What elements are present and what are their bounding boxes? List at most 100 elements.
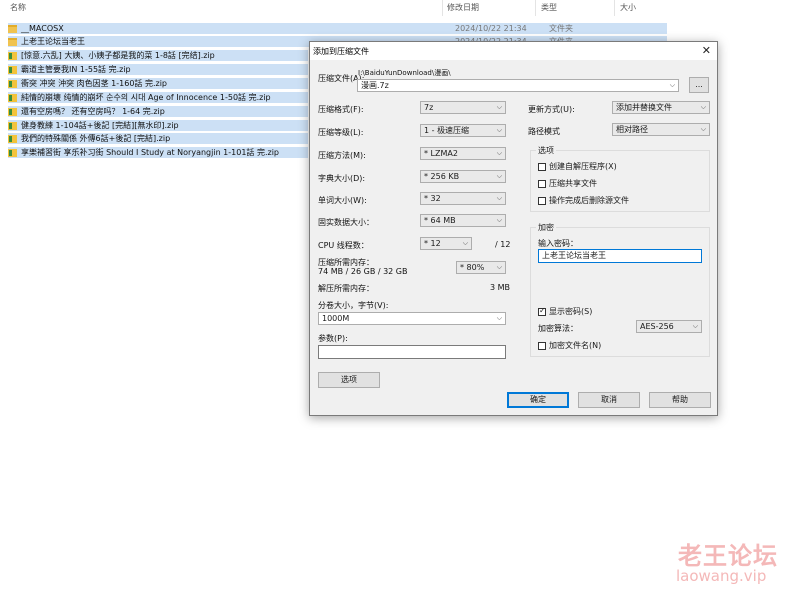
archive-name-value: 漫画.7z xyxy=(361,81,389,90)
cpu-select[interactable]: * 12 ⌵ xyxy=(420,237,472,250)
level-label: 压缩等级(L): xyxy=(318,128,364,137)
path-mode-label: 路径模式 xyxy=(528,127,560,136)
enc-method-value: AES-256 xyxy=(640,322,674,331)
file-row[interactable]: 霸道主管要我IN 1-55話 完.zip xyxy=(8,64,308,75)
cpu-value: * 12 xyxy=(424,239,441,248)
file-name: 我們的特殊關係 外傳6話+後記 [完結].zip xyxy=(21,134,171,143)
chevron-down-icon: ⌵ xyxy=(496,103,502,111)
encrypt-names-checkbox[interactable]: 加密文件名(N) xyxy=(538,340,601,351)
column-separator[interactable] xyxy=(614,0,615,16)
path-mode-value: 相对路径 xyxy=(616,125,648,134)
delete-after-checkbox[interactable]: 操作完成后删除源文件 xyxy=(538,195,629,206)
file-name: 霸道主管要我IN 1-55話 完.zip xyxy=(21,65,131,74)
word-label: 单词大小(W): xyxy=(318,196,367,205)
solid-select[interactable]: * 64 MB ⌵ xyxy=(420,214,506,227)
file-name: 還有空房嗎？ 还有空房吗？ 1-64 完.zip xyxy=(21,107,165,116)
chevron-down-icon[interactable]: ⌵ xyxy=(670,80,675,91)
chevron-down-icon: ⌵ xyxy=(496,314,502,322)
solid-value: * 64 MB xyxy=(424,216,456,225)
column-header-modified[interactable]: 修改日期 xyxy=(447,0,479,16)
word-select[interactable]: * 32 ⌵ xyxy=(420,192,506,205)
column-separator[interactable] xyxy=(535,0,536,16)
zip-archive-icon xyxy=(8,121,17,130)
file-row[interactable]: 純情的崩壊 纯情的崩坏 순수의 시대 Age of Innocence 1-50… xyxy=(8,92,308,103)
file-name: 健身教練 1-104話+後記 [完結][無水印].zip xyxy=(21,121,179,130)
close-icon[interactable]: ✕ xyxy=(702,44,711,57)
file-row[interactable]: 享樂補習街 享乐补习街 Should I Study at Noryangjin… xyxy=(8,147,308,158)
params-label: 参数(P): xyxy=(318,334,348,343)
chevron-down-icon: ⌵ xyxy=(496,172,502,180)
column-header-type[interactable]: 类型 xyxy=(541,0,557,16)
update-select[interactable]: 添加并替换文件 ⌵ xyxy=(612,101,710,114)
dict-value: * 256 KB xyxy=(424,172,460,181)
chevron-down-icon: ⌵ xyxy=(496,149,502,157)
file-name: [惊意.六乱] 大姨、小姨子都是我的菜 1-8話 [完结].zip xyxy=(21,51,215,60)
file-date: 2024/10/22 21:34 xyxy=(455,24,527,33)
checkbox-box[interactable] xyxy=(538,162,546,171)
show-password-label: 显示密码(S) xyxy=(549,307,593,316)
column-separator[interactable] xyxy=(442,0,443,16)
checkbox-box[interactable] xyxy=(538,306,546,316)
dict-label: 字典大小(D): xyxy=(318,174,366,183)
chevron-down-icon: ⌵ xyxy=(700,103,706,111)
shared-label: 压缩共享文件 xyxy=(549,179,597,188)
checkbox-box[interactable] xyxy=(538,196,546,205)
split-combobox[interactable]: 1000M ⌵ xyxy=(318,312,506,325)
sfx-checkbox[interactable]: 创建自解压程序(X) xyxy=(538,161,617,172)
level-value: 1 - 极速压缩 xyxy=(424,126,470,135)
zip-archive-icon xyxy=(8,93,17,102)
dialog-title: 添加到压缩文件 xyxy=(313,47,369,56)
options-button[interactable]: 选项 xyxy=(318,372,380,388)
file-row[interactable]: __MACOSX 2024/10/22 21:34 文件夹 xyxy=(8,23,667,34)
memory-decompress-value: 3 MB xyxy=(490,283,511,292)
show-password-checkbox[interactable]: 显示密码(S) xyxy=(538,306,592,317)
password-label: 输入密码： xyxy=(538,239,578,248)
enc-method-select[interactable]: AES-256 ⌵ xyxy=(636,320,702,333)
path-mode-select[interactable]: 相对路径 ⌵ xyxy=(612,123,710,136)
solid-label: 固实数据大小： xyxy=(318,218,374,227)
folder-icon xyxy=(8,24,17,33)
file-row[interactable]: 還有空房嗎？ 还有空房吗？ 1-64 完.zip xyxy=(8,106,308,117)
file-type: 文件夹 xyxy=(549,24,573,33)
word-value: * 32 xyxy=(424,194,441,203)
dict-select[interactable]: * 256 KB ⌵ xyxy=(420,170,506,183)
params-input[interactable] xyxy=(318,345,506,359)
checkbox-box[interactable] xyxy=(538,341,546,350)
shared-checkbox[interactable]: 压缩共享文件 xyxy=(538,178,597,189)
cpu-max: / 12 xyxy=(495,240,511,249)
archive-name-combobox[interactable]: 漫画.7z ⌵ xyxy=(357,79,679,92)
file-row[interactable]: 健身教練 1-104話+後記 [完結][無水印].zip xyxy=(8,120,308,131)
file-row[interactable]: [惊意.六乱] 大姨、小姨子都是我的菜 1-8話 [完结].zip xyxy=(8,50,308,61)
help-button[interactable]: 帮助 xyxy=(649,392,711,408)
encryption-group-title: 加密 xyxy=(536,222,556,233)
file-name: 上老王论坛当老王 xyxy=(21,37,85,46)
chevron-down-icon: ⌵ xyxy=(692,322,698,330)
file-row[interactable]: 衝突 冲突 沖突 肉色因茎 1-160話 完.zip xyxy=(8,78,308,89)
ok-button[interactable]: 确定 xyxy=(507,392,569,408)
browse-button[interactable]: ... xyxy=(689,77,709,93)
method-select[interactable]: * LZMA2 ⌵ xyxy=(420,147,506,160)
zip-archive-icon xyxy=(8,107,17,116)
chevron-down-icon: ⌵ xyxy=(496,126,502,134)
zip-archive-icon xyxy=(8,65,17,74)
chevron-down-icon: ⌵ xyxy=(496,263,502,271)
memory-percent-select[interactable]: * 80% ⌵ xyxy=(456,261,506,274)
watermark-url: laowang.vip xyxy=(676,567,767,585)
zip-archive-icon xyxy=(8,51,17,60)
format-label: 压缩格式(F): xyxy=(318,105,364,114)
cancel-button[interactable]: 取消 xyxy=(578,392,640,408)
zip-archive-icon xyxy=(8,134,17,143)
chevron-down-icon: ⌵ xyxy=(700,125,706,133)
memory-decompress-label: 解压所需内存： xyxy=(318,284,374,293)
memory-compress-detail: 74 MB / 26 GB / 32 GB xyxy=(318,267,408,276)
column-header-size[interactable]: 大小 xyxy=(620,0,636,16)
dialog-titlebar[interactable]: 添加到压缩文件 ✕ xyxy=(310,42,717,60)
password-input[interactable]: 上老王论坛当老王 xyxy=(538,249,702,263)
folder-icon xyxy=(8,37,17,46)
file-row[interactable]: 我們的特殊關係 外傳6話+後記 [完結].zip xyxy=(8,133,308,144)
column-header-name[interactable]: 名称 xyxy=(10,0,26,16)
checkbox-box[interactable] xyxy=(538,179,546,188)
zip-archive-icon xyxy=(8,148,17,157)
level-select[interactable]: 1 - 极速压缩 ⌵ xyxy=(420,124,506,137)
format-select[interactable]: 7z ⌵ xyxy=(420,101,506,114)
